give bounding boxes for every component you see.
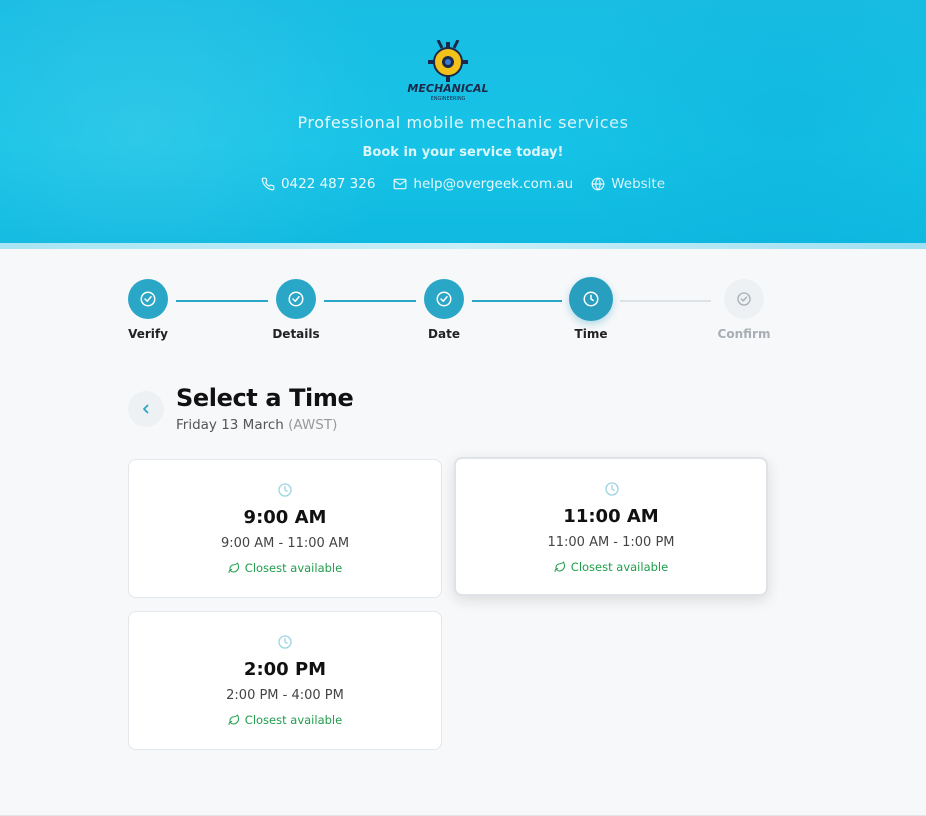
subline: Book in your service today!: [362, 145, 564, 160]
email-address: help@overgeek.com.au: [413, 176, 574, 192]
phone-number: 0422 487 326: [280, 176, 376, 192]
step-verify[interactable]: Verify: [118, 279, 178, 341]
company-logo: MECHANICAL ENGINEERING: [407, 40, 489, 102]
check-circle-icon: [140, 291, 156, 307]
header-divider: [0, 243, 926, 249]
check-circle-icon: [737, 292, 751, 306]
mail-icon: [394, 178, 407, 190]
slot-time: 11:00 AM: [563, 506, 659, 527]
svg-text:MECHANICAL: MECHANICAL: [407, 82, 488, 95]
globe-icon: [591, 177, 605, 191]
svg-text:ENGINEERING: ENGINEERING: [431, 96, 466, 102]
leaf-icon: [228, 562, 239, 573]
step-confirm: Confirm: [714, 279, 774, 341]
phone-icon: [261, 177, 275, 191]
timezone-label: (AWST): [288, 417, 338, 433]
tagline: Professional mobile mechanic services: [297, 113, 629, 132]
availability-badge: Closest available: [129, 561, 441, 575]
selected-date: Friday 13 March (AWST): [176, 417, 337, 433]
leaf-icon: [554, 561, 565, 572]
time-slot-card[interactable]: 2:00 PM 2:00 PM - 4:00 PM Closest availa…: [128, 611, 442, 750]
step-label: Verify: [128, 327, 168, 341]
leaf-icon: [228, 714, 239, 725]
clock-icon: [278, 635, 292, 649]
step-date[interactable]: Date: [414, 279, 474, 341]
time-slot-card-selected[interactable]: 11:00 AM 11:00 AM - 1:00 PM Closest avai…: [454, 457, 768, 596]
phone-link[interactable]: 0422 487 326: [261, 176, 375, 192]
slot-time: 9:00 AM: [243, 507, 327, 528]
date-text: Friday 13 March: [176, 417, 284, 433]
badge-text: Closest available: [244, 561, 343, 575]
slot-range: 2:00 PM - 4:00 PM: [226, 688, 344, 703]
clock-icon: [278, 483, 292, 497]
email-link[interactable]: help@overgeek.com.au: [393, 176, 573, 192]
slot-range: 11:00 AM - 1:00 PM: [547, 535, 675, 550]
clock-icon: [583, 291, 599, 307]
chevron-left-icon: [143, 404, 149, 414]
stepper-connector: [176, 300, 268, 302]
stepper-connector: [472, 300, 562, 302]
availability-badge: Closest available: [456, 560, 766, 574]
slot-range: 9:00 AM - 11:00 AM: [220, 536, 350, 551]
step-label: Confirm: [717, 327, 771, 341]
step-label: Time: [574, 327, 608, 341]
availability-badge: Closest available: [129, 713, 441, 727]
time-slot-card[interactable]: 9:00 AM 9:00 AM - 11:00 AM Closest avail…: [128, 459, 442, 598]
back-button[interactable]: [128, 391, 164, 427]
clock-icon: [605, 482, 619, 496]
slot-time: 2:00 PM: [243, 659, 327, 680]
contact-bar: 0422 487 326 help@overgeek.com.au Websit…: [0, 176, 926, 192]
progress-stepper: Verify Details Date Time Confirm: [128, 277, 770, 349]
step-label: Date: [428, 327, 460, 341]
check-circle-icon: [288, 291, 304, 307]
step-time[interactable]: Time: [561, 277, 621, 341]
website-label: Website: [611, 176, 666, 192]
stepper-connector: [620, 300, 711, 302]
page-title: Select a Time: [176, 384, 354, 412]
website-link[interactable]: Website: [591, 176, 665, 192]
stepper-connector: [324, 300, 416, 302]
step-details[interactable]: Details: [266, 279, 326, 341]
header-banner: MECHANICAL ENGINEERING Professional mobi…: [0, 0, 926, 244]
badge-text: Closest available: [244, 713, 343, 727]
check-circle-icon: [436, 291, 452, 307]
step-label: Details: [272, 327, 320, 341]
badge-text: Closest available: [570, 560, 669, 574]
